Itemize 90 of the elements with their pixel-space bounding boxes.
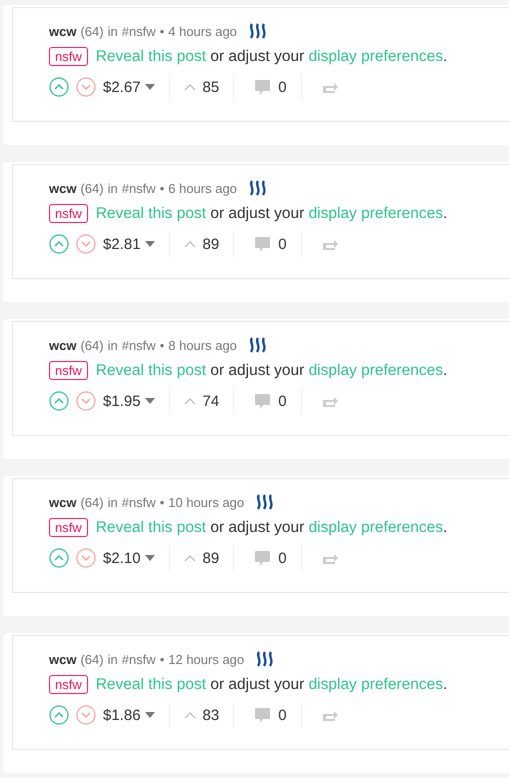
steem-logo-icon <box>256 494 274 510</box>
category-link[interactable]: #nsfw <box>122 338 156 352</box>
chevron-up-icon <box>184 83 196 91</box>
category-link[interactable]: #nsfw <box>122 24 156 38</box>
chevron-up-icon <box>184 711 196 719</box>
steem-logo-icon <box>248 337 267 353</box>
downvote-icon[interactable] <box>76 77 96 97</box>
author-link[interactable]: wcw <box>49 652 76 666</box>
downvote-icon[interactable] <box>76 548 96 568</box>
nsfw-tag: nsfw <box>49 518 88 537</box>
reputation-score: (64) <box>80 24 104 38</box>
payout-dropdown[interactable]: $2.67 <box>103 78 155 96</box>
hidden-post-notice: Reveal this post or adjust your display preferences. <box>96 204 448 222</box>
downvote-icon[interactable] <box>76 705 96 725</box>
upvote-icon[interactable] <box>49 705 69 725</box>
payout-dropdown[interactable]: $2.10 <box>103 550 155 566</box>
author-link[interactable]: wcw <box>49 338 76 352</box>
downvote-icon[interactable] <box>76 234 96 254</box>
category-link[interactable]: #nsfw <box>122 494 156 510</box>
author-link[interactable]: wcw <box>49 180 76 196</box>
separator-dot: • <box>160 652 164 666</box>
chevron-up-icon <box>184 397 196 405</box>
comment-icon[interactable] <box>254 706 272 724</box>
caret-icon <box>144 84 155 90</box>
caret-icon <box>144 712 155 718</box>
payout-dropdown[interactable]: $1.86 <box>103 706 155 724</box>
steem-logo-icon <box>256 651 274 667</box>
comment-count: 0 <box>278 550 287 566</box>
category-link[interactable]: #nsfw <box>122 180 156 196</box>
comment-icon[interactable] <box>254 236 272 252</box>
reblog-icon[interactable] <box>322 708 338 722</box>
reblog-icon[interactable] <box>322 552 338 564</box>
comment-icon[interactable] <box>254 78 272 96</box>
timestamp-link[interactable]: 12 hours ago <box>168 652 244 666</box>
in-label: in <box>108 494 118 510</box>
comment-count: 0 <box>278 392 287 410</box>
upvote-icon[interactable] <box>49 234 69 254</box>
timestamp-link[interactable]: 6 hours ago <box>168 180 237 196</box>
reblog-icon[interactable] <box>322 80 338 94</box>
comment-count: 0 <box>278 236 287 252</box>
nsfw-tag: nsfw <box>49 361 88 380</box>
downvote-icon[interactable] <box>76 391 96 411</box>
hidden-post-notice: Reveal this post or adjust your display preferences. <box>96 518 448 536</box>
in-label: in <box>108 24 118 38</box>
hidden-post-notice: Reveal this post or adjust your display preferences. <box>96 48 448 66</box>
timestamp-link[interactable]: 8 hours ago <box>168 338 237 352</box>
reputation-score: (64) <box>80 494 104 510</box>
category-link[interactable]: #nsfw <box>122 652 156 666</box>
separator-dot: • <box>160 24 164 38</box>
upvote-icon[interactable] <box>49 391 69 411</box>
payout-dropdown[interactable]: $2.81 <box>103 236 155 252</box>
payout-dropdown[interactable]: $1.95 <box>103 392 155 410</box>
separator-dot: • <box>160 494 164 510</box>
vote-count: 85 <box>202 78 220 96</box>
in-label: in <box>108 652 118 666</box>
caret-icon <box>144 241 155 247</box>
chevron-up-icon <box>184 240 196 248</box>
separator-dot: • <box>160 338 164 352</box>
timestamp-link[interactable]: 10 hours ago <box>168 494 244 510</box>
upvote-icon[interactable] <box>49 548 69 568</box>
vote-count: 89 <box>202 236 220 252</box>
comment-icon[interactable] <box>254 550 272 566</box>
timestamp-link[interactable]: 4 hours ago <box>168 24 237 38</box>
comment-icon[interactable] <box>254 392 272 410</box>
steem-logo-icon <box>248 23 267 39</box>
reputation-score: (64) <box>80 180 104 196</box>
comment-count: 0 <box>278 78 287 96</box>
caret-icon <box>144 555 155 561</box>
chevron-up-icon <box>184 554 196 562</box>
steem-logo-icon <box>248 180 267 196</box>
reblog-icon[interactable] <box>322 238 338 250</box>
in-label: in <box>108 180 118 196</box>
caret-icon <box>144 398 155 404</box>
hidden-post-notice: Reveal this post or adjust your display preferences. <box>96 362 448 380</box>
comment-count: 0 <box>278 706 287 724</box>
hidden-post-notice: Reveal this post or adjust your display preferences. <box>96 676 448 694</box>
reputation-score: (64) <box>80 652 104 666</box>
vote-count: 83 <box>202 706 220 724</box>
in-label: in <box>108 338 118 352</box>
separator-dot: • <box>160 180 164 196</box>
nsfw-tag: nsfw <box>49 47 88 66</box>
nsfw-tag: nsfw <box>49 675 88 694</box>
upvote-icon[interactable] <box>49 77 69 97</box>
author-link[interactable]: wcw <box>49 24 76 38</box>
reblog-icon[interactable] <box>322 394 338 408</box>
vote-count: 89 <box>202 550 220 566</box>
nsfw-tag: nsfw <box>49 204 88 223</box>
vote-count: 74 <box>202 392 220 410</box>
reputation-score: (64) <box>80 338 104 352</box>
author-link[interactable]: wcw <box>49 494 76 510</box>
